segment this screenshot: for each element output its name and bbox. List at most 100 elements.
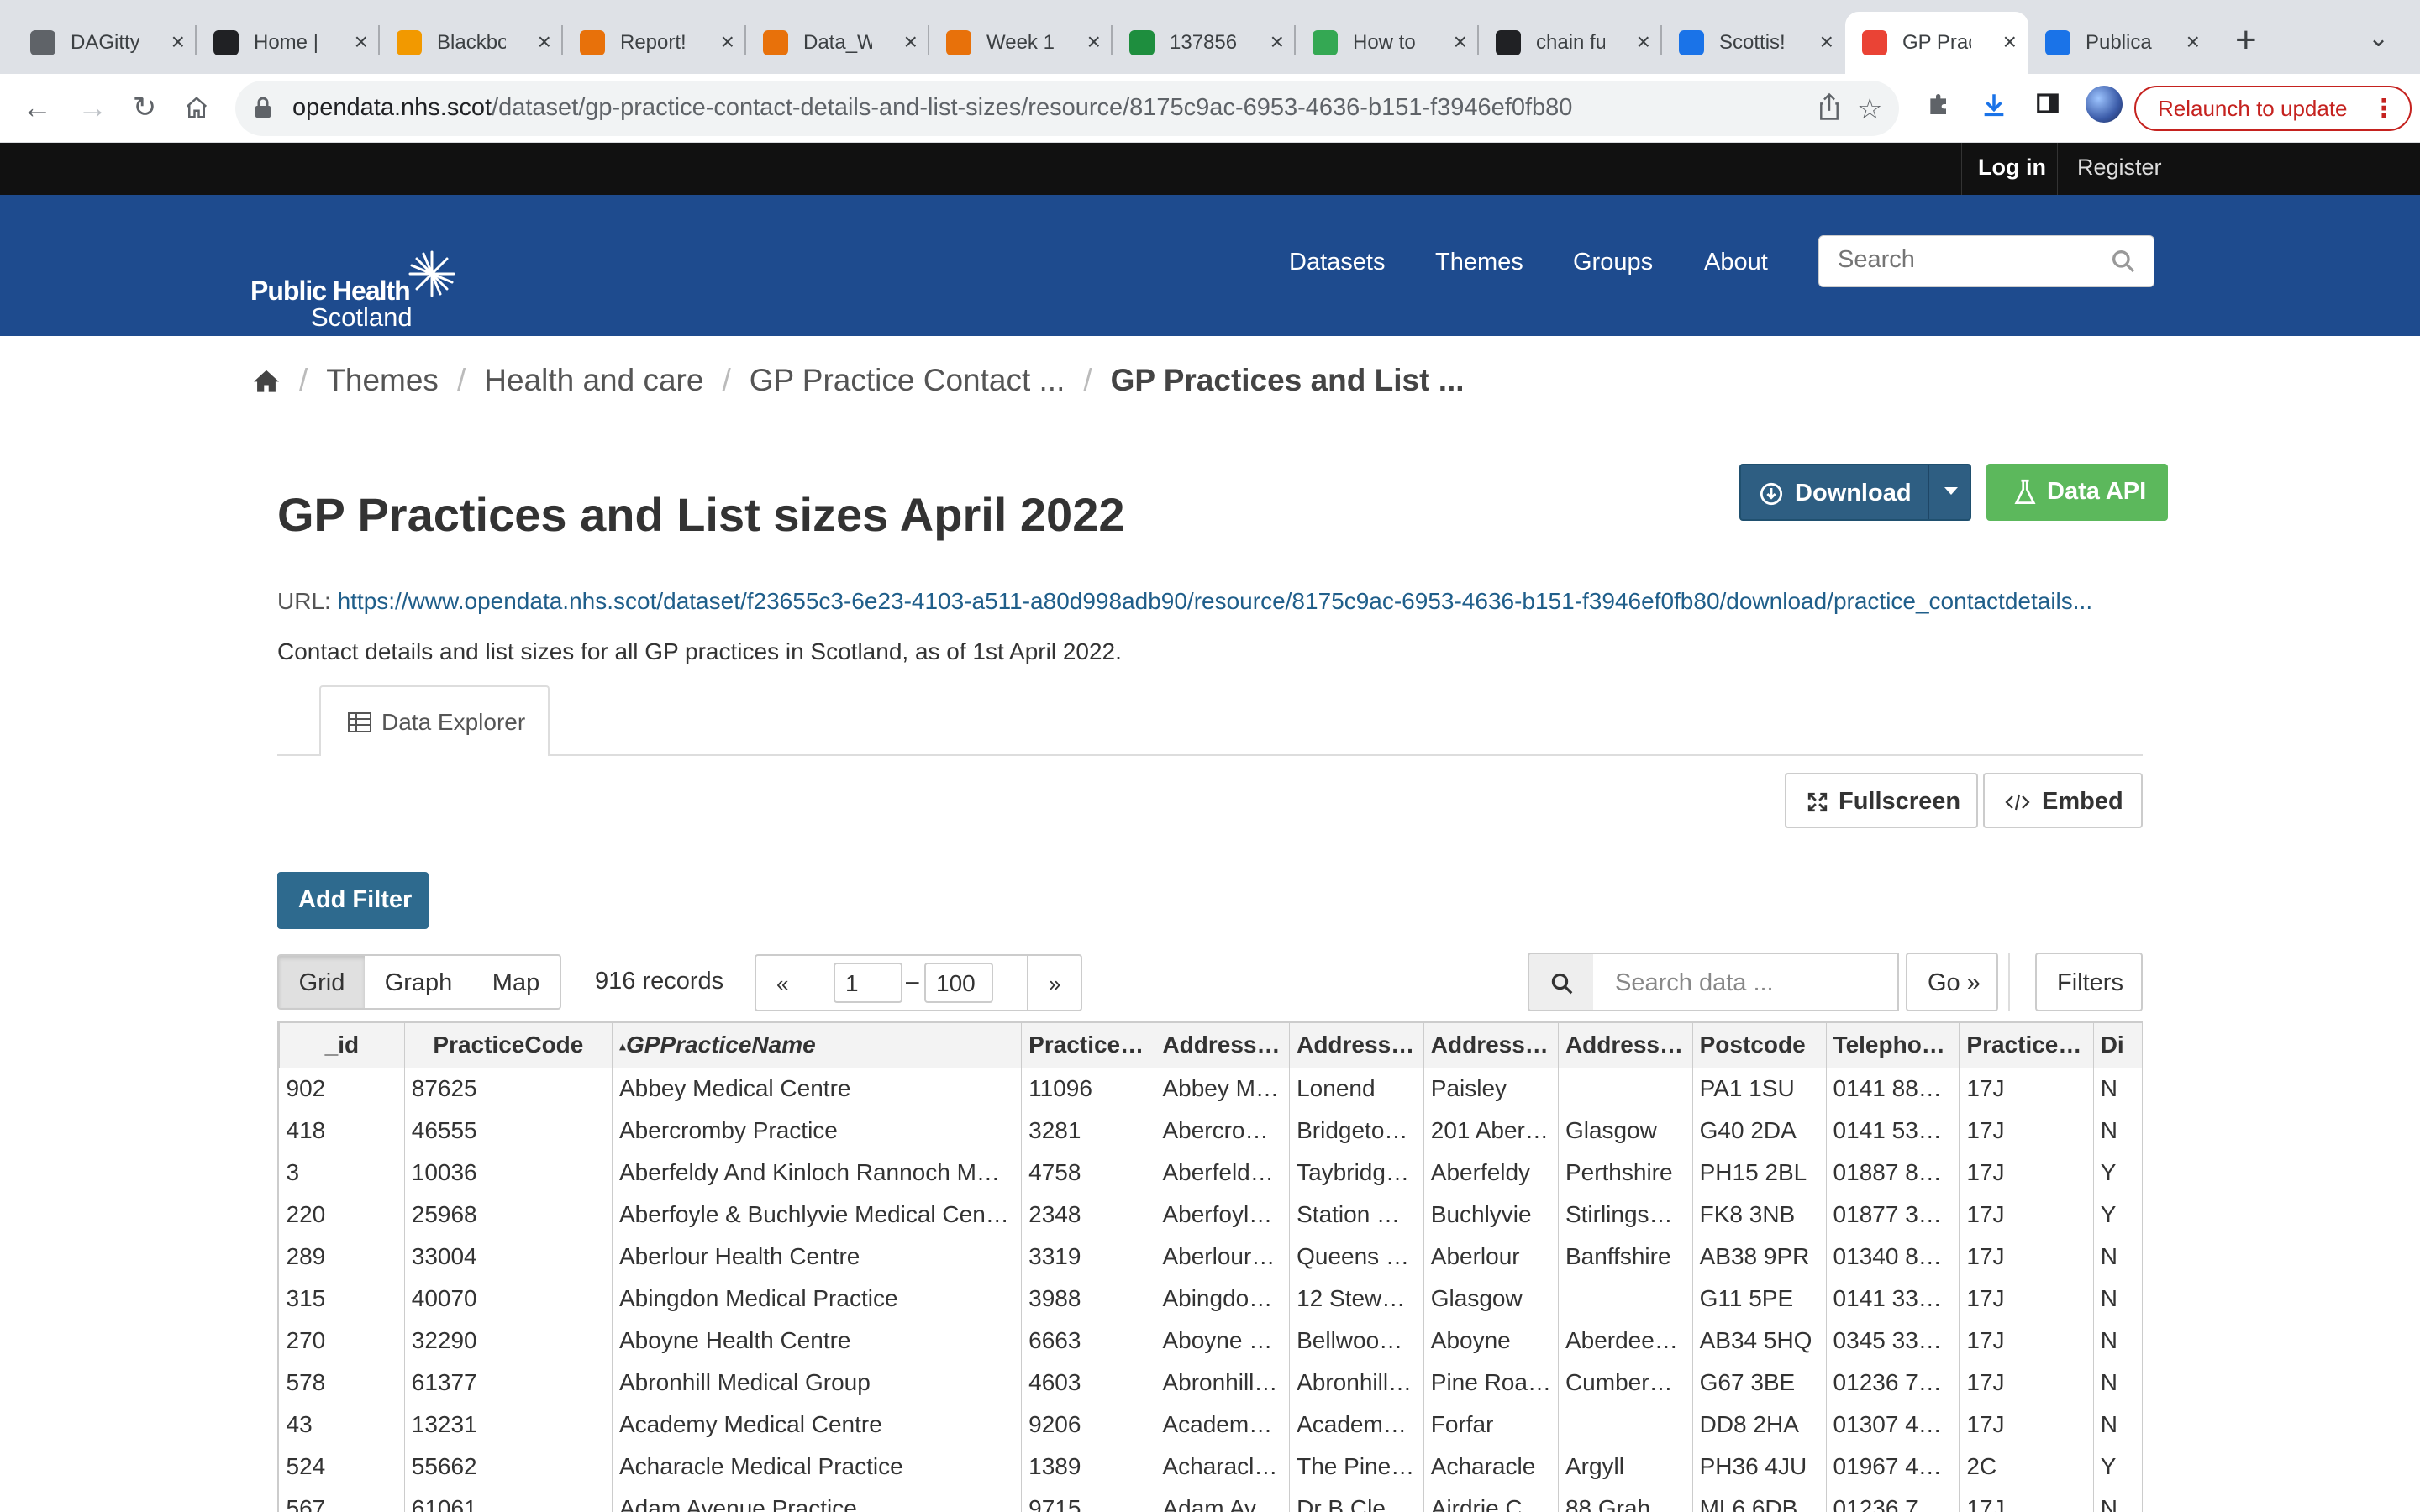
data-api-button[interactable]: Data API (1986, 464, 2168, 521)
table-row[interactable]: 270 32290 Aboyne Health Centre 6663 Aboyne …… (279, 1320, 2143, 1362)
browser-tab[interactable]: Week 1 × (929, 12, 1113, 74)
pager-next-button[interactable]: » (1027, 954, 1082, 1011)
resource-url-link[interactable]: https://www.opendata.nhs.scot/dataset/f2… (338, 588, 2093, 614)
table-row[interactable]: 315 40070 Abingdon Medical Practice 3988 Abi… (279, 1278, 2143, 1320)
column-header[interactable]: _id (279, 1021, 405, 1068)
column-header[interactable]: Practice… (1021, 1021, 1156, 1068)
register-link[interactable]: Register (2077, 155, 2162, 181)
close-tab-icon[interactable]: × (1270, 30, 1284, 54)
table-row[interactable]: 902 87625 Abbey Medical Centre 11096 Abbey M… (279, 1068, 2143, 1110)
column-header[interactable]: Address… (1289, 1021, 1424, 1068)
table-cell: 25968 (404, 1194, 613, 1236)
table-row[interactable]: 3 10036 Aberfeldy And Kinloch Rannoch M… 47… (279, 1152, 2143, 1194)
browser-tab[interactable]: Blackbo × (380, 12, 563, 74)
close-tab-icon[interactable]: × (1637, 30, 1650, 54)
new-tab-button[interactable]: + (2235, 20, 2257, 60)
browser-tab[interactable]: Scottis! × (1662, 12, 1845, 74)
browser-tab-title: Home | (254, 31, 318, 54)
table-cell: 3281 (1021, 1110, 1156, 1152)
column-header[interactable]: Address… (1155, 1021, 1291, 1068)
tab-search-chevron-icon[interactable]: ⌄ (2368, 24, 2389, 53)
tab-data-explorer[interactable]: Data Explorer (319, 685, 550, 756)
browser-tab[interactable]: DAGitty × (13, 12, 197, 74)
table-row[interactable]: 418 46555 Abercromby Practice 3281 Abercro… B… (279, 1110, 2143, 1152)
column-header[interactable]: PracticeCode (403, 1021, 613, 1068)
column-header[interactable]: Practice… (1959, 1021, 2094, 1068)
column-header[interactable]: ▴GPPracticeName (611, 1021, 1023, 1068)
close-tab-icon[interactable]: × (538, 30, 551, 54)
back-arrow-icon[interactable]: ← (15, 86, 59, 129)
more-vert-icon[interactable]: ⋮ (2371, 94, 2396, 123)
close-tab-icon[interactable]: × (904, 30, 918, 54)
url-text[interactable]: opendata.nhs.scot/dataset/gp-practice-co… (292, 94, 1572, 122)
forward-arrow-icon[interactable]: → (71, 86, 114, 129)
table-row[interactable]: 289 33004 Aberlour Health Centre 3319 Aberlo… (279, 1236, 2143, 1278)
embed-button[interactable]: Embed (1983, 773, 2143, 828)
table-cell: 17J (1959, 1404, 2094, 1446)
close-tab-icon[interactable]: × (2003, 30, 2017, 54)
browser-tab[interactable]: Data_W × (746, 12, 929, 74)
column-header[interactable]: Address… (1423, 1021, 1559, 1068)
nav-datasets[interactable]: Datasets (1289, 249, 1385, 276)
caret-down-icon[interactable] (1944, 487, 1958, 495)
pager-from-input[interactable]: 1 (834, 963, 902, 1003)
profile-avatar[interactable] (2086, 86, 2123, 123)
add-filter-button[interactable]: Add Filter (277, 872, 429, 929)
table-row[interactable]: 567 61061 Adam Avenue Practice 9715 Adam Av…… (279, 1488, 2143, 1512)
breadcrumb-health-and-care[interactable]: Health and care (484, 363, 703, 398)
close-tab-icon[interactable]: × (1820, 30, 1833, 54)
column-header[interactable]: Address… (1557, 1021, 1693, 1068)
view-map-button[interactable]: Map (472, 954, 561, 1010)
table-cell: 61061 (404, 1488, 613, 1512)
browser-tab[interactable]: Home | × (197, 12, 380, 74)
view-grid-button[interactable]: Grid (277, 954, 366, 1010)
filters-button[interactable]: Filters (2035, 953, 2143, 1011)
table-row[interactable]: 220 25968 Aberfoyle & Buchlyvie Medical Ce… (279, 1194, 2143, 1236)
fullscreen-button[interactable]: Fullscreen (1785, 773, 1978, 828)
lock-icon[interactable] (254, 96, 272, 119)
browser-tab[interactable]: Report! × (563, 12, 746, 74)
browser-tab[interactable]: How to × (1296, 12, 1479, 74)
close-tab-icon[interactable]: × (1454, 30, 1467, 54)
go-button[interactable]: Go » (1906, 953, 1998, 1011)
nav-groups[interactable]: Groups (1573, 249, 1653, 276)
close-tab-icon[interactable]: × (171, 30, 185, 54)
close-tab-icon[interactable]: × (1087, 30, 1101, 54)
column-header[interactable]: Di (2092, 1021, 2143, 1068)
download-icon[interactable] (1980, 91, 2008, 127)
pager-prev-button[interactable]: « (755, 954, 812, 1011)
browser-tab[interactable]: Publica × (2028, 12, 2212, 74)
reload-icon[interactable]: ↻ (123, 86, 166, 129)
nav-themes[interactable]: Themes (1435, 249, 1523, 276)
bookmark-star-icon[interactable]: ☆ (1857, 92, 1882, 126)
relaunch-to-update-button[interactable]: Relaunch to update ⋮ (2134, 86, 2412, 131)
breadcrumb-dataset[interactable]: GP Practice Contact ... (750, 363, 1065, 398)
share-icon[interactable] (1817, 92, 1842, 129)
table-row[interactable]: 578 61377 Abronhill Medical Group 4603 Abron… (279, 1362, 2143, 1404)
pager-to-input[interactable]: 100 (924, 963, 993, 1003)
close-tab-icon[interactable]: × (2186, 30, 2200, 54)
browser-tab[interactable]: GP Prac × (1845, 12, 2028, 74)
browser-tab[interactable]: chain fu × (1479, 12, 1662, 74)
home-icon[interactable] (252, 368, 281, 393)
breadcrumb-themes[interactable]: Themes (326, 363, 439, 398)
search-data-input[interactable]: Search data ... (1593, 953, 1899, 1011)
column-header[interactable]: Telepho… (1825, 1021, 1960, 1068)
table-row[interactable]: 524 55662 Acharacle Medical Practice 1389 Ac… (279, 1446, 2143, 1488)
column-header[interactable]: Postcode (1691, 1021, 1827, 1068)
address-bar[interactable]: opendata.nhs.scot/dataset/gp-practice-co… (235, 81, 1899, 136)
table-row[interactable]: 43 13231 Academy Medical Centre 9206 Academ…… (279, 1404, 2143, 1446)
side-panel-icon[interactable] (2035, 91, 2060, 123)
site-search-input[interactable] (1838, 246, 2090, 274)
home-icon[interactable] (175, 86, 218, 129)
close-tab-icon[interactable]: × (355, 30, 368, 54)
browser-tab-title: chain fu (1536, 31, 1605, 54)
nav-about[interactable]: About (1704, 249, 1768, 276)
view-graph-button[interactable]: Graph (365, 954, 474, 1010)
close-tab-icon[interactable]: × (721, 30, 734, 54)
extensions-puzzle-icon[interactable] (1926, 91, 1953, 125)
browser-tab[interactable]: 137856 × (1113, 12, 1296, 74)
login-link[interactable]: Log in (1978, 155, 2046, 181)
download-button[interactable]: Download (1739, 464, 1971, 521)
search-icon[interactable] (2110, 248, 2137, 275)
